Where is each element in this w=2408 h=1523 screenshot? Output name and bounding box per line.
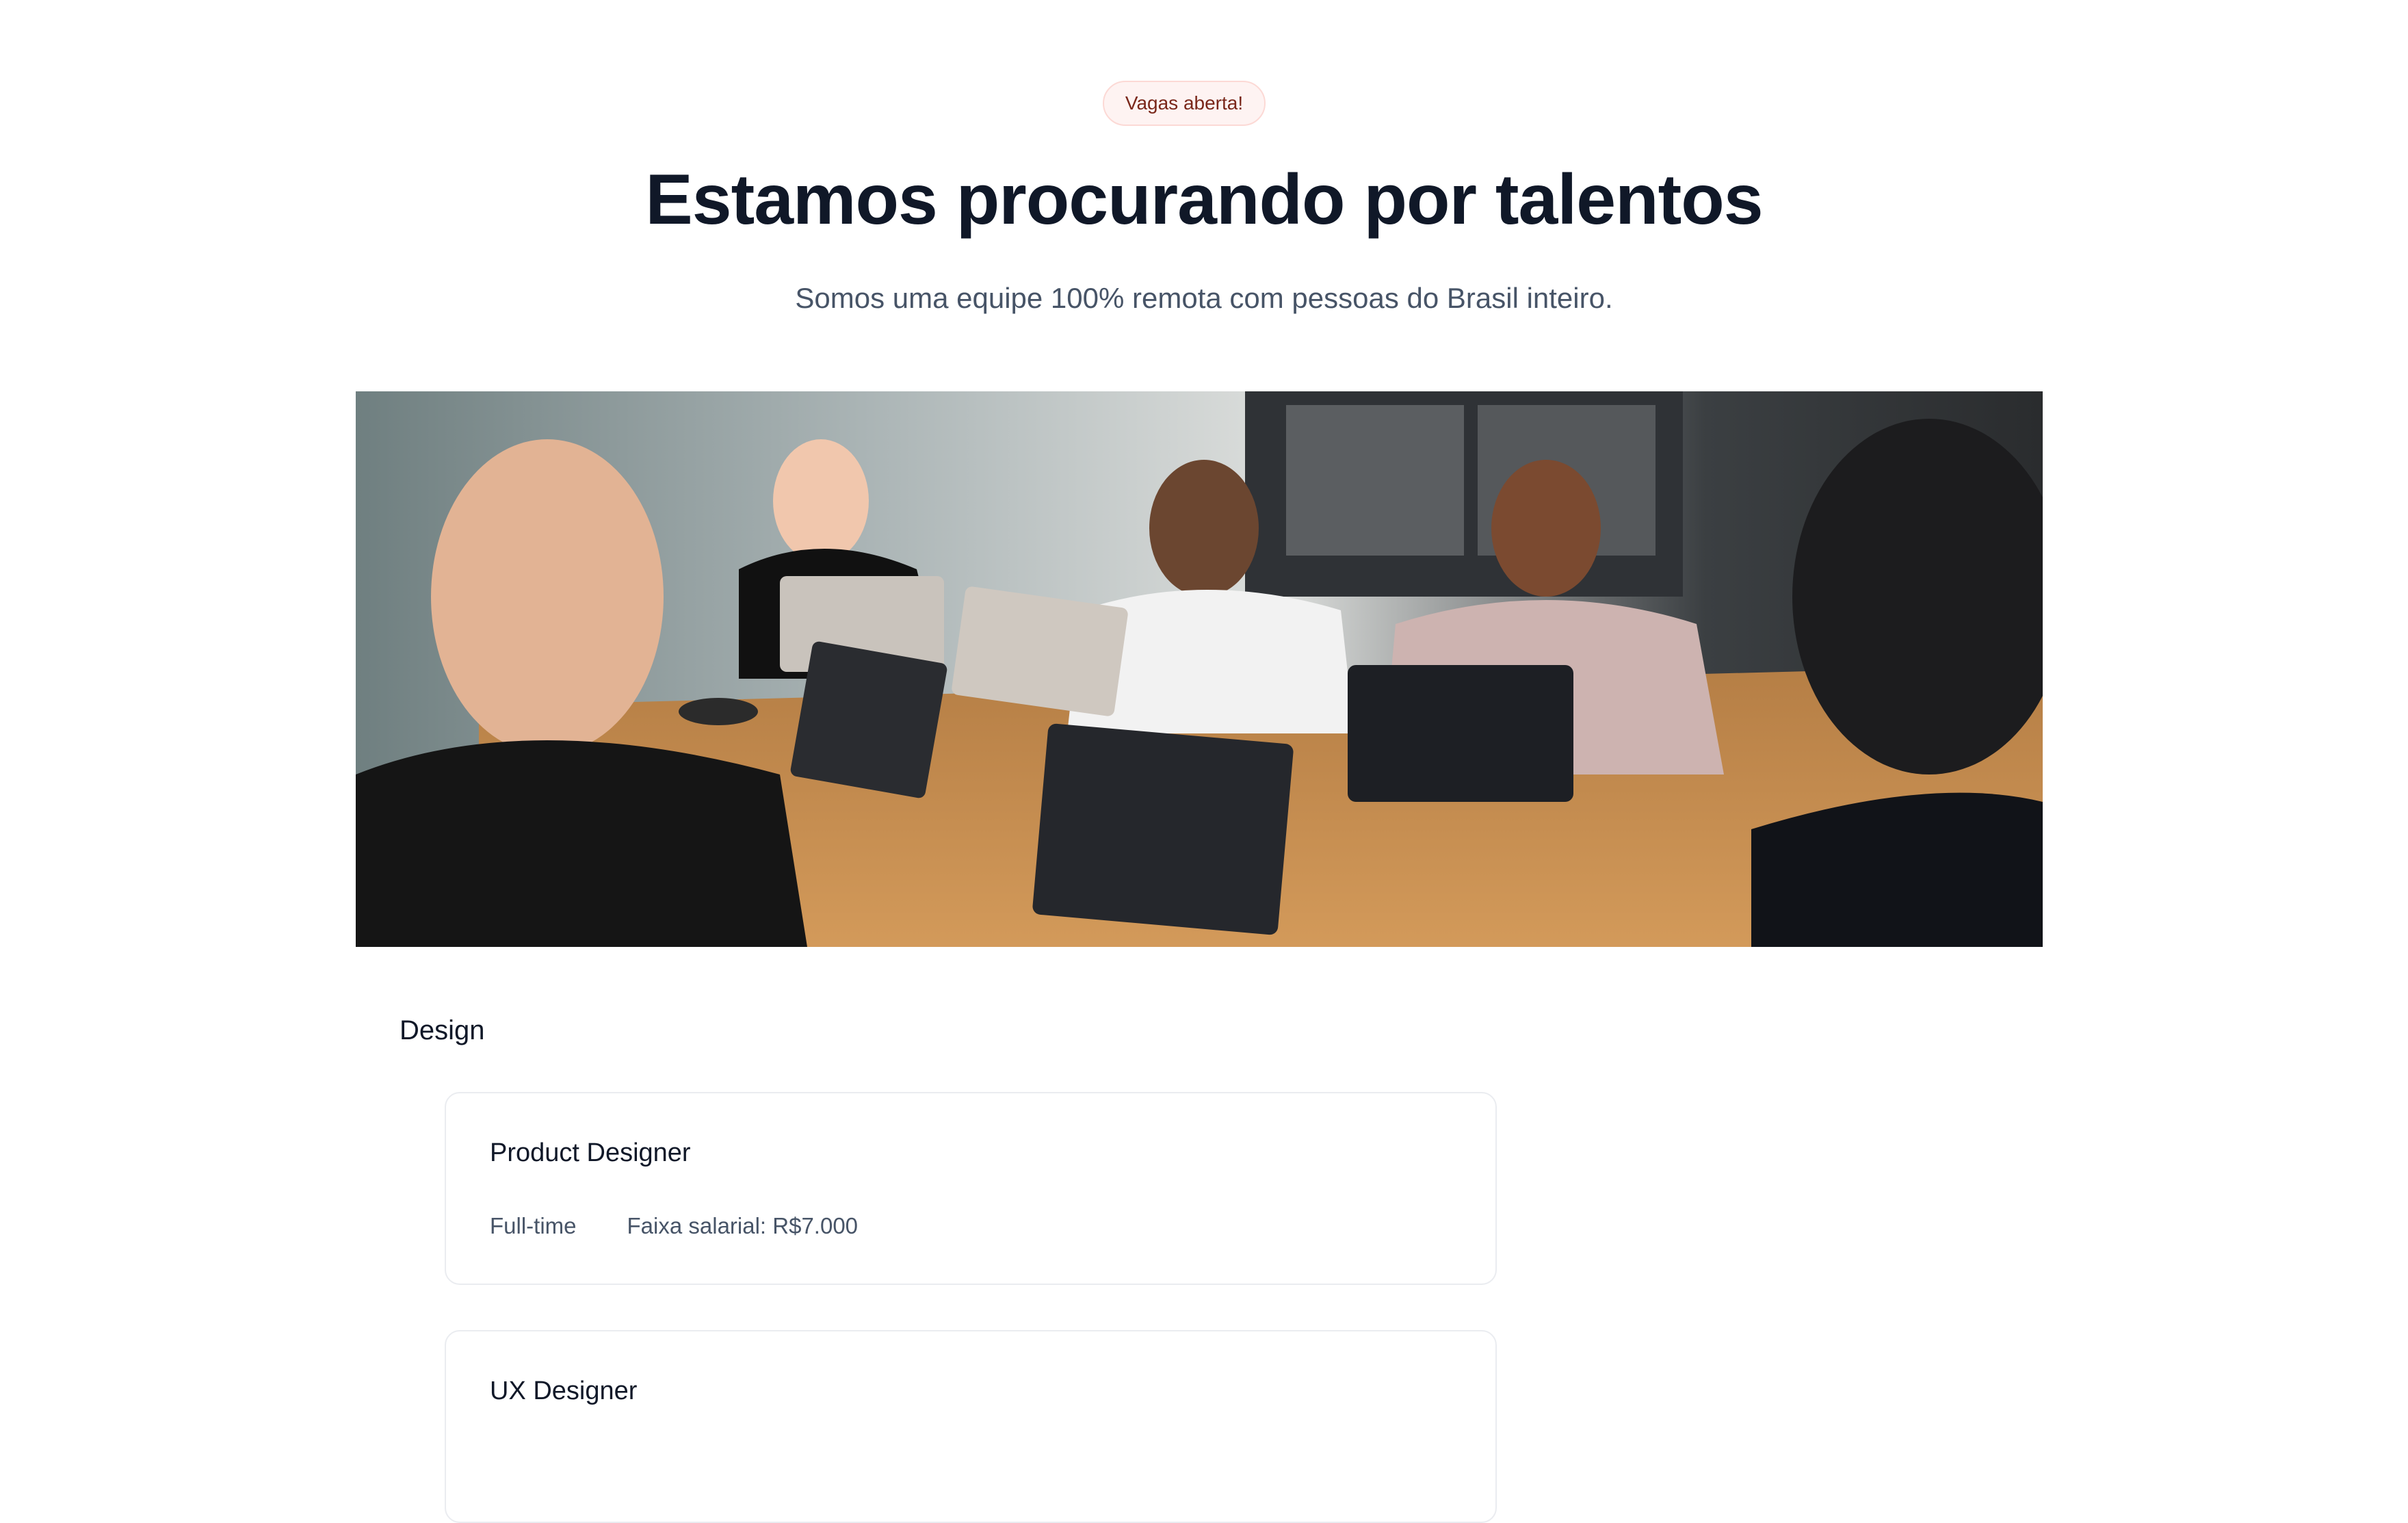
page-subtitle: Somos uma equipe 100% remota com pessoas… <box>795 282 1613 314</box>
job-card[interactable]: UX Designer <box>445 1330 1497 1523</box>
job-card[interactable]: Product Designer Full-time Faixa salaria… <box>445 1092 1497 1285</box>
team-hero-image <box>356 391 2043 947</box>
job-type: Full-time <box>490 1213 577 1238</box>
job-title: Product Designer <box>490 1138 691 1167</box>
job-title: UX Designer <box>490 1377 638 1405</box>
job-meta: Full-time Faixa salarial: R$7.000 <box>490 1211 858 1241</box>
job-salary: Faixa salarial: R$7.000 <box>627 1213 859 1238</box>
page-title: Estamos procurando por talentos <box>645 160 1763 239</box>
section-title-design: Design <box>400 1015 485 1045</box>
open-positions-badge: Vagas aberta! <box>1103 81 1266 126</box>
